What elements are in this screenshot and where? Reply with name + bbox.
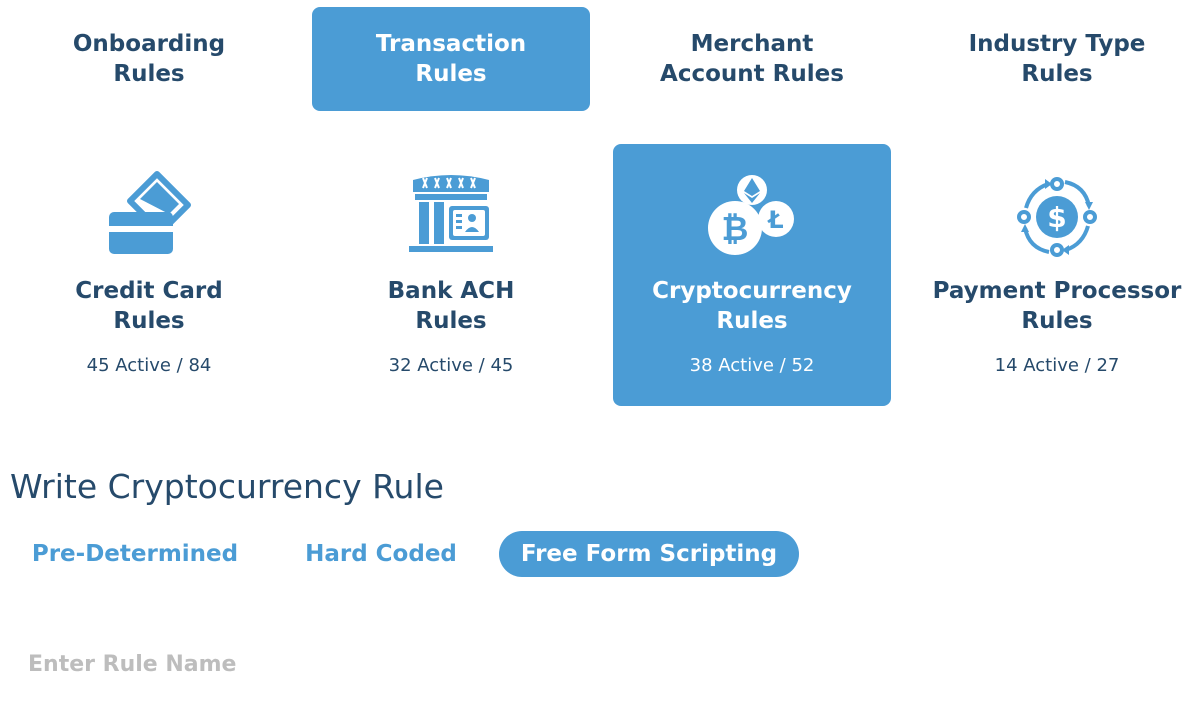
card-credit-card-rules[interactable]: Credit Card Rules 45 Active / 84 xyxy=(10,144,288,406)
active-count: 45 Active / 84 xyxy=(86,355,212,376)
card-title: Bank ACH Rules xyxy=(387,278,515,334)
svg-text:₿: ₿ xyxy=(722,209,749,248)
active-count: 38 Active / 52 xyxy=(689,355,815,376)
tab-merchant-account-rules[interactable]: Merchant Account Rules xyxy=(613,7,891,111)
svg-text:$: $ xyxy=(1047,201,1066,234)
card-title: Payment Processor Rules xyxy=(932,278,1182,334)
tab-pre-determined[interactable]: Pre-Determined xyxy=(22,531,248,577)
rule-type-cards: Credit Card Rules 45 Active / 84 Bank AC… xyxy=(0,144,1200,406)
card-payment-processor-rules[interactable]: $ Payment Processor Rules 14 Active / 27 xyxy=(918,144,1196,406)
credit-card-icon xyxy=(109,171,191,254)
tab-free-form-scripting[interactable]: Free Form Scripting xyxy=(499,531,799,577)
bank-icon xyxy=(409,175,493,252)
page-title: Write Cryptocurrency Rule xyxy=(10,467,444,506)
cryptocurrency-icon: Ł ₿ xyxy=(708,175,794,255)
card-bank-ach-rules[interactable]: Bank ACH Rules 32 Active / 45 xyxy=(312,144,590,406)
card-cryptocurrency-rules[interactable]: Ł ₿ Cryptocurrency Rules 38 Active / 52 xyxy=(613,144,891,406)
tab-hard-coded[interactable]: Hard Coded xyxy=(296,531,466,577)
card-title: Cryptocurrency Rules xyxy=(652,278,852,334)
svg-text:Ł: Ł xyxy=(766,206,783,234)
payment-processor-icon: $ xyxy=(1017,177,1097,257)
tab-onboarding-rules[interactable]: Onboarding Rules xyxy=(10,7,288,111)
active-count: 32 Active / 45 xyxy=(388,355,514,376)
tab-transaction-rules[interactable]: Transaction Rules xyxy=(312,7,590,111)
rule-category-tabs: Onboarding Rules Transaction Rules Merch… xyxy=(0,7,1200,111)
rule-mode-tabs: Pre-Determined Hard Coded Free Form Scri… xyxy=(0,531,1200,579)
card-title: Credit Card Rules xyxy=(75,278,223,334)
tab-industry-type-rules[interactable]: Industry Type Rules xyxy=(918,7,1196,111)
active-count: 14 Active / 27 xyxy=(994,355,1120,376)
rule-name-input[interactable] xyxy=(28,644,528,684)
